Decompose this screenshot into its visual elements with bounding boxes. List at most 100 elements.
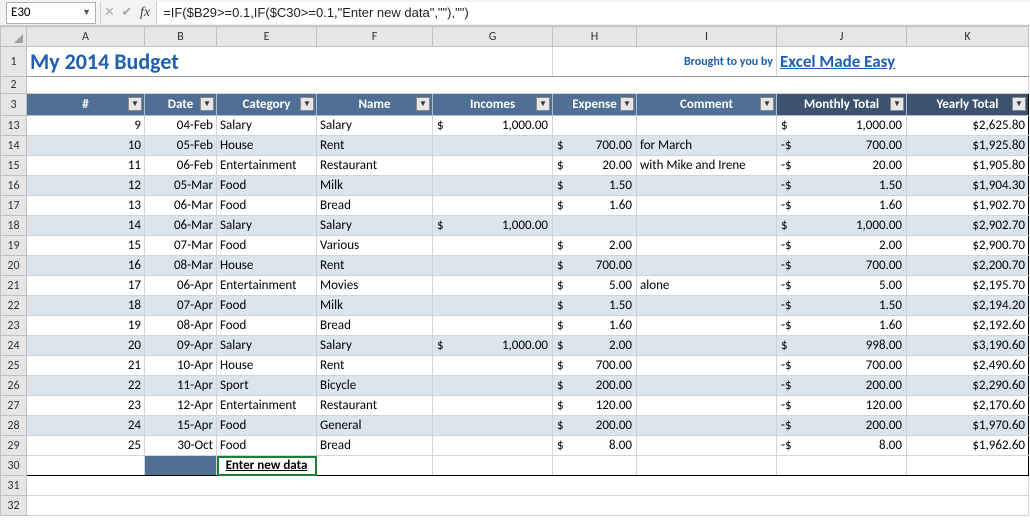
header-incomes[interactable]: Incomes▼	[433, 94, 553, 116]
filter-button[interactable]: ▼	[760, 97, 774, 111]
col-header-I[interactable]: I	[637, 27, 777, 47]
col-header-J[interactable]: J	[777, 27, 907, 47]
cell-num[interactable]: 15	[27, 236, 145, 256]
cell[interactable]	[27, 456, 145, 476]
cell-monthly[interactable]: -$2.00	[777, 236, 907, 256]
cell-expense[interactable]: $8.00	[553, 436, 637, 456]
cell-category[interactable]: Entertainment	[217, 156, 317, 176]
cell-num[interactable]: 18	[27, 296, 145, 316]
cell-num[interactable]: 22	[27, 376, 145, 396]
cell-yearly[interactable]: $2,290.60	[907, 376, 1029, 396]
header-name[interactable]: Name▼	[317, 94, 433, 116]
row-header[interactable]: 20	[1, 256, 27, 276]
cell-comment[interactable]	[637, 356, 777, 376]
cell-expense[interactable]: $1.50	[553, 176, 637, 196]
filter-button[interactable]: ▼	[890, 97, 904, 111]
cell-incomes[interactable]	[433, 196, 553, 216]
active-cell[interactable]: Enter new data	[217, 456, 317, 476]
cell-comment[interactable]	[637, 196, 777, 216]
cell-incomes[interactable]: $1,000.00	[433, 116, 553, 136]
cell-num[interactable]: 21	[27, 356, 145, 376]
cell-incomes[interactable]	[433, 376, 553, 396]
cell-num[interactable]: 19	[27, 316, 145, 336]
cell-category[interactable]: Salary	[217, 336, 317, 356]
cell-yearly[interactable]: $2,625.80	[907, 116, 1029, 136]
cell-incomes[interactable]	[433, 396, 553, 416]
cell-monthly[interactable]: -$5.00	[777, 276, 907, 296]
cell-yearly[interactable]: $2,192.60	[907, 316, 1029, 336]
cell-num[interactable]: 13	[27, 196, 145, 216]
cell-monthly[interactable]: -$20.00	[777, 156, 907, 176]
cell-comment[interactable]	[637, 256, 777, 276]
cell-expense[interactable]: $700.00	[553, 356, 637, 376]
title-cell[interactable]: My 2014 Budget	[27, 47, 553, 77]
cell-category[interactable]: House	[217, 256, 317, 276]
brand-link[interactable]: Excel Made Easy	[780, 51, 895, 72]
col-header-B[interactable]: B	[145, 27, 217, 47]
cell-comment[interactable]	[637, 336, 777, 356]
cell-yearly[interactable]: $1,904.30	[907, 176, 1029, 196]
cell-yearly[interactable]: $1,962.60	[907, 436, 1029, 456]
cell[interactable]	[317, 456, 433, 476]
cell-date[interactable]: 08-Mar	[145, 256, 217, 276]
empty-cell[interactable]	[27, 476, 1029, 496]
cell-comment[interactable]	[637, 216, 777, 236]
cell-expense[interactable]: $2.00	[553, 236, 637, 256]
header-comment[interactable]: Comment▼	[637, 94, 777, 116]
cell[interactable]	[637, 456, 777, 476]
row-header[interactable]: 3	[1, 94, 27, 116]
cell-comment[interactable]	[637, 436, 777, 456]
filter-button[interactable]: ▼	[300, 97, 314, 111]
cell-yearly[interactable]: $2,194.20	[907, 296, 1029, 316]
row-header[interactable]: 25	[1, 356, 27, 376]
cell-name[interactable]: Movies	[317, 276, 433, 296]
row-header[interactable]: 18	[1, 216, 27, 236]
cell-name[interactable]: Bread	[317, 316, 433, 336]
cell-date[interactable]: 07-Apr	[145, 296, 217, 316]
cell-yearly[interactable]: $2,902.70	[907, 216, 1029, 236]
cell-incomes[interactable]	[433, 256, 553, 276]
row-header[interactable]: 30	[1, 456, 27, 476]
row-header[interactable]: 14	[1, 136, 27, 156]
cell-date[interactable]: 12-Apr	[145, 396, 217, 416]
filter-button[interactable]: ▼	[200, 97, 214, 111]
cell-comment[interactable]	[637, 376, 777, 396]
cell-comment[interactable]	[637, 316, 777, 336]
cell-date[interactable]: 05-Mar	[145, 176, 217, 196]
cell-category[interactable]: Salary	[217, 116, 317, 136]
chevron-down-icon[interactable]: ▼	[82, 7, 91, 18]
row-header[interactable]: 23	[1, 316, 27, 336]
cell-incomes[interactable]	[433, 296, 553, 316]
cell-category[interactable]: House	[217, 136, 317, 156]
row-header[interactable]: 16	[1, 176, 27, 196]
cell-category[interactable]: Food	[217, 176, 317, 196]
filter-button[interactable]: ▼	[536, 97, 550, 111]
cell-monthly[interactable]: $1,000.00	[777, 116, 907, 136]
cell-monthly[interactable]: -$200.00	[777, 376, 907, 396]
cell-monthly[interactable]: -$700.00	[777, 256, 907, 276]
row-header[interactable]: 29	[1, 436, 27, 456]
cell-num[interactable]: 14	[27, 216, 145, 236]
col-header-H[interactable]: H	[553, 27, 637, 47]
cell-name[interactable]: Restaurant	[317, 396, 433, 416]
cell-comment[interactable]	[637, 296, 777, 316]
row-header[interactable]: 27	[1, 396, 27, 416]
cell-expense[interactable]: $120.00	[553, 396, 637, 416]
cell-num[interactable]: 24	[27, 416, 145, 436]
cell-category[interactable]: Food	[217, 236, 317, 256]
brought-by-cell[interactable]: Brought to you by	[553, 47, 777, 77]
cell-name[interactable]: Bread	[317, 436, 433, 456]
cell-expense[interactable]: $700.00	[553, 136, 637, 156]
cell-incomes[interactable]	[433, 276, 553, 296]
select-all-corner[interactable]	[1, 27, 27, 47]
cell-yearly[interactable]: $1,905.80	[907, 156, 1029, 176]
cell-date[interactable]: 11-Apr	[145, 376, 217, 396]
cell-category[interactable]: Food	[217, 196, 317, 216]
cell-comment[interactable]	[637, 416, 777, 436]
cell-expense[interactable]: $200.00	[553, 376, 637, 396]
cell-comment[interactable]	[637, 396, 777, 416]
name-box[interactable]: E30 ▼	[6, 2, 96, 24]
cell-category[interactable]: Entertainment	[217, 276, 317, 296]
brand-cell[interactable]: Excel Made Easy	[777, 47, 1029, 77]
cell-yearly[interactable]: $1,970.60	[907, 416, 1029, 436]
